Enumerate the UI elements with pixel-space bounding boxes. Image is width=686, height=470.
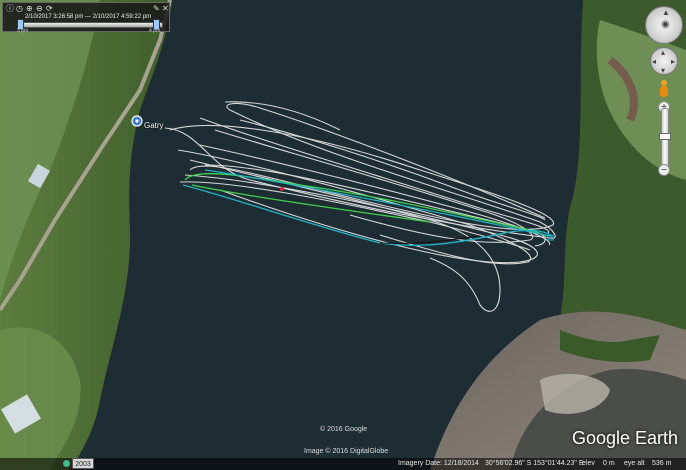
end-tick-label: 4 pm bbox=[149, 28, 161, 34]
eye-icon: ◉ bbox=[661, 19, 670, 30]
zoom-out-icon[interactable]: ⊖ bbox=[36, 5, 43, 13]
info-icon[interactable]: ⓘ bbox=[6, 5, 14, 13]
placemark-label[interactable]: Gatry bbox=[144, 121, 164, 130]
imagery-date: Imagery Date: 12/18/2014 bbox=[398, 460, 479, 467]
eye-alt-value: 536 m bbox=[652, 460, 672, 467]
time-slider-track[interactable] bbox=[19, 22, 163, 28]
coordinates-readout: 30°56'02.96" S 153°01'44.23" E bbox=[485, 460, 584, 467]
status-bar: Imagery Date: 12/18/2014 30°56'02.96" S … bbox=[0, 458, 686, 470]
zoom-out-button[interactable]: − bbox=[658, 164, 670, 176]
google-earth-logo: Google Earth bbox=[572, 428, 679, 448]
close-icon[interactable]: ✕ bbox=[162, 5, 169, 13]
pan-right-icon[interactable]: ▸ bbox=[671, 58, 675, 66]
pan-left-icon[interactable]: ◂ bbox=[652, 58, 656, 66]
refresh-icon[interactable]: ⟳ bbox=[46, 5, 53, 13]
move-control[interactable]: ▴ ◂ ▸ ▾ bbox=[650, 47, 678, 75]
pan-up-icon[interactable]: ▴ bbox=[661, 49, 665, 57]
placemark-icon-center bbox=[135, 119, 139, 123]
satellite-map[interactable] bbox=[0, 0, 686, 470]
pegman-icon[interactable] bbox=[659, 80, 669, 98]
zoom-slider-handle[interactable] bbox=[659, 133, 671, 140]
wrench-icon[interactable]: ✎ bbox=[153, 5, 160, 13]
north-indicator-icon: ▲ bbox=[662, 8, 670, 17]
copyright-imagery: Image © 2016 DigitalGlobe bbox=[304, 448, 389, 455]
track-point bbox=[280, 187, 284, 191]
time-range-label: 2/10/2017 3:26:58 pm — 2/10/2017 4:59:22… bbox=[25, 14, 152, 20]
pan-down-icon[interactable]: ▾ bbox=[661, 67, 665, 75]
eye-alt-label: eye alt bbox=[624, 460, 645, 467]
time-slider-widget[interactable]: ⓘ ◷ ⊕ ⊖ ⟳ ✎ ✕ 2/10/2017 3:26:58 pm — 2/1… bbox=[2, 2, 170, 34]
elevation-label: elev bbox=[582, 460, 595, 467]
historical-imagery-icon[interactable] bbox=[62, 459, 71, 468]
look-around-control[interactable]: ▲ ◉ bbox=[645, 6, 683, 44]
clock-icon[interactable]: ◷ bbox=[16, 5, 23, 13]
copyright-google: © 2016 Google bbox=[320, 426, 368, 433]
zoom-in-icon[interactable]: ⊕ bbox=[26, 5, 33, 13]
start-tick-label: 3 pm bbox=[17, 28, 29, 34]
elevation-value: 0 m bbox=[603, 460, 615, 467]
historical-year-button[interactable]: 2003 bbox=[72, 458, 94, 469]
